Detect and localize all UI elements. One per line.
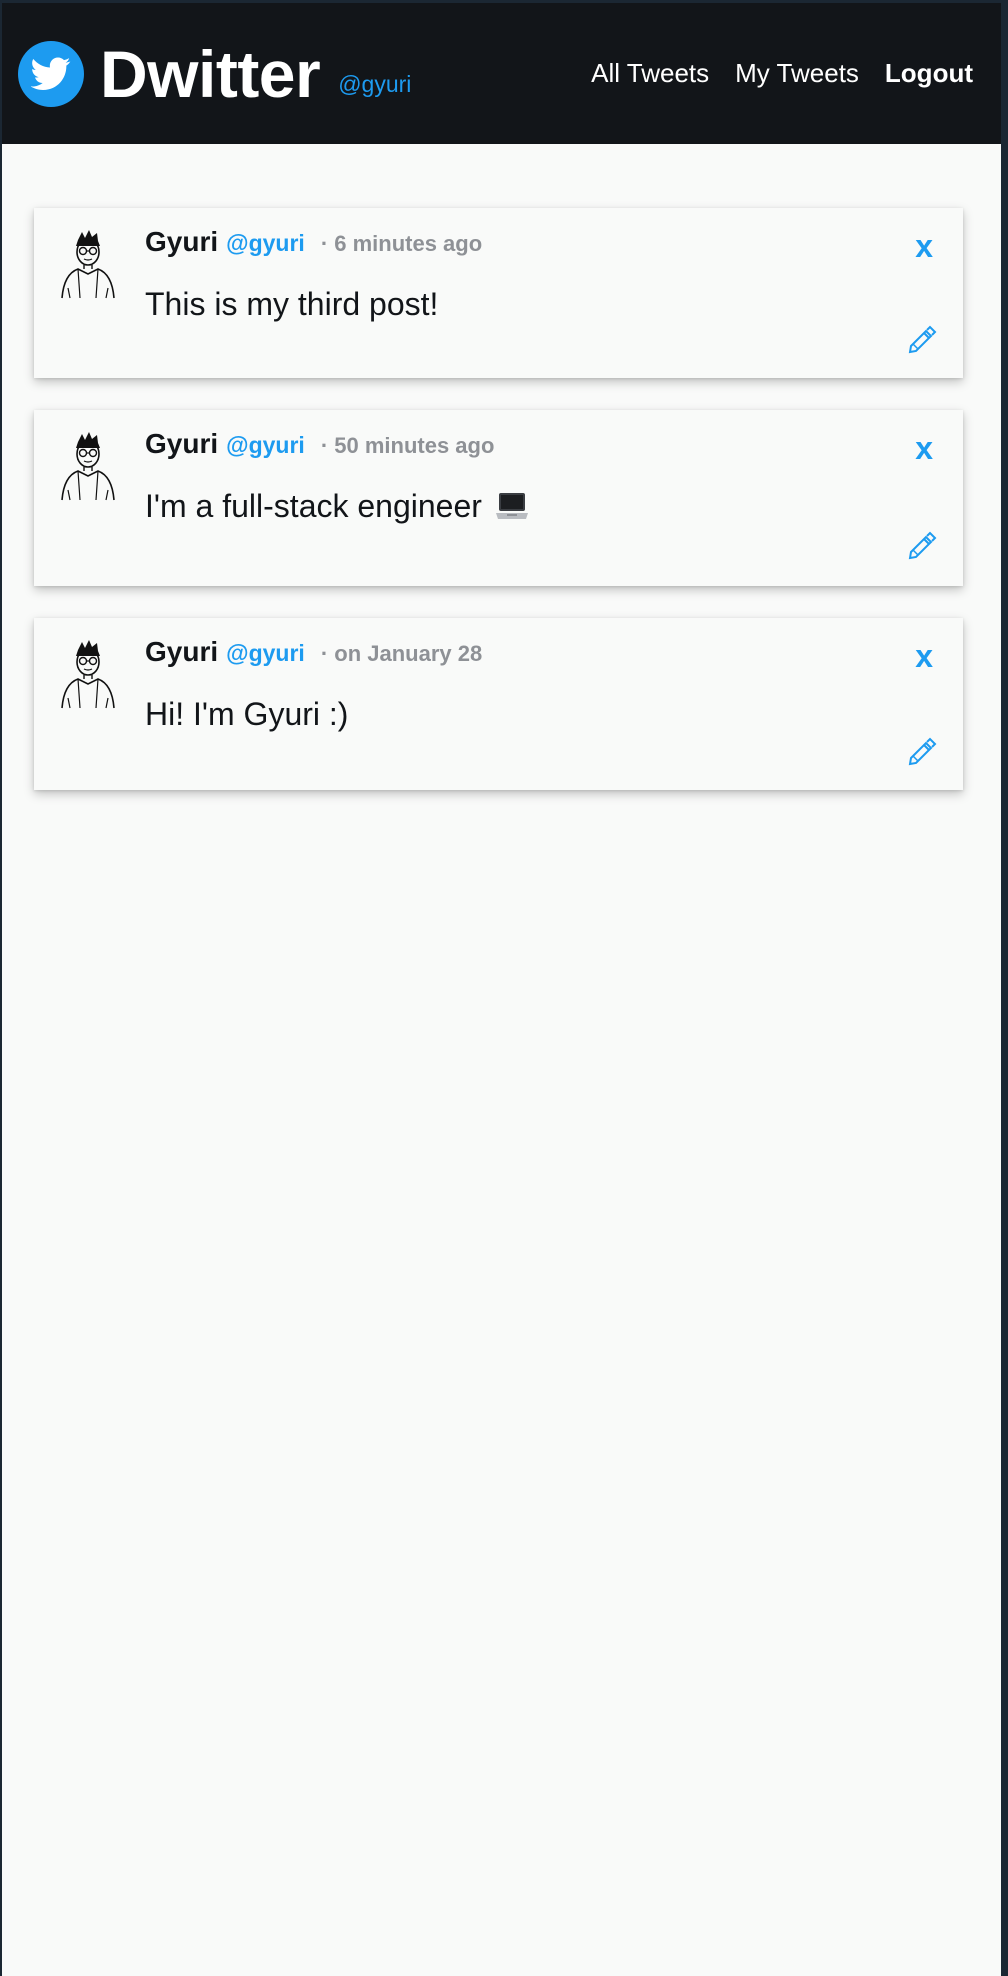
tweet-text: Hi! I'm Gyuri :) [145, 696, 349, 732]
tweet-time: · on January 28 [320, 641, 483, 666]
brand-title: Dwitter [100, 36, 321, 111]
tweet-feed: Gyuri @gyuri · 6 minutes ago This is my … [2, 144, 1001, 790]
delete-tweet-button[interactable]: x [915, 230, 933, 262]
main-nav: All Tweets My Tweets Logout [591, 58, 973, 89]
author-handle[interactable]: @gyuri [226, 230, 305, 257]
author-name: Gyuri [145, 636, 219, 667]
avatar[interactable] [58, 640, 118, 710]
tweet-card: Gyuri @gyuri · 6 minutes ago This is my … [34, 208, 963, 378]
tweet-text: This is my third post! [145, 286, 439, 322]
app-window: Dwitter @gyuri All Tweets My Tweets Logo… [2, 3, 1001, 1976]
avatar[interactable] [58, 230, 118, 300]
tweet-text-content: I'm a full-stack engineer [145, 488, 482, 524]
delete-tweet-button[interactable]: x [915, 432, 933, 464]
tweet-header: Gyuri @gyuri · on January 28 [145, 636, 883, 668]
pencil-icon[interactable] [907, 736, 937, 766]
tweet-content: Gyuri @gyuri · 6 minutes ago This is my … [145, 226, 883, 323]
laptop-icon [495, 493, 528, 519]
author-handle[interactable]: @gyuri [226, 432, 305, 459]
pencil-icon[interactable] [907, 324, 937, 354]
author-name: Gyuri [145, 226, 219, 257]
tweet-card: Gyuri @gyuri · 50 minutes ago I'm a full… [34, 410, 963, 586]
current-user-handle: @gyuri [338, 71, 412, 97]
tweet-time: · 50 minutes ago [320, 433, 495, 458]
avatar[interactable] [58, 432, 118, 502]
top-navbar: Dwitter @gyuri All Tweets My Tweets Logo… [2, 3, 1001, 144]
author-name: Gyuri [145, 428, 219, 459]
nav-my-tweets[interactable]: My Tweets [735, 58, 859, 89]
pencil-icon[interactable] [907, 530, 937, 560]
tweet-card: Gyuri @gyuri · on January 28 Hi! I'm Gyu… [34, 618, 963, 790]
tweet-content: Gyuri @gyuri · on January 28 Hi! I'm Gyu… [145, 636, 883, 733]
nav-all-tweets[interactable]: All Tweets [591, 58, 709, 89]
tweet-time: · 6 minutes ago [320, 231, 483, 256]
twitter-bird-icon[interactable] [18, 40, 84, 107]
author-handle[interactable]: @gyuri [226, 640, 305, 667]
delete-tweet-button[interactable]: x [915, 640, 933, 672]
tweet-content: Gyuri @gyuri · 50 minutes ago I'm a full… [145, 428, 883, 525]
tweet-header: Gyuri @gyuri · 50 minutes ago [145, 428, 883, 460]
tweet-header: Gyuri @gyuri · 6 minutes ago [145, 226, 883, 258]
logout-button[interactable]: Logout [885, 58, 973, 89]
tweet-text: I'm a full-stack engineer [145, 488, 883, 525]
